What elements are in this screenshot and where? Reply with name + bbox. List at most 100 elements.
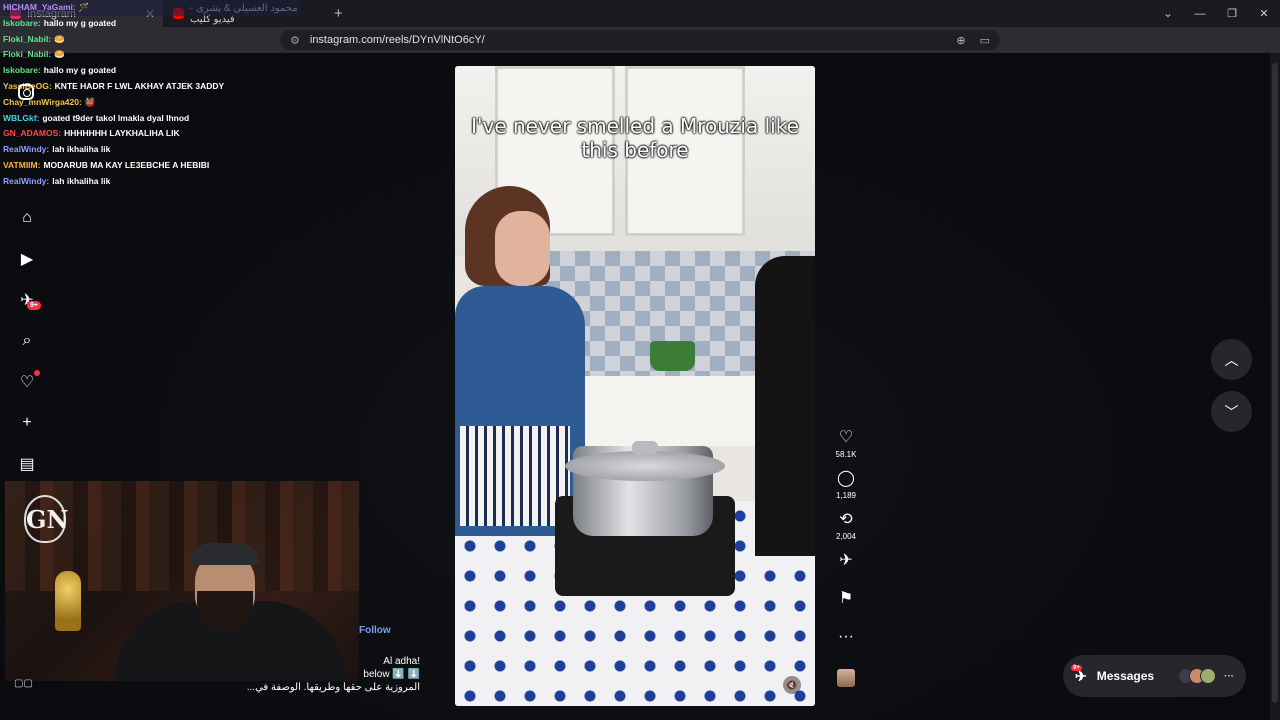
new-tab-icon[interactable]: + — [334, 5, 343, 22]
chat-text: KNTE HADR F LWL AKHAY ATJEK 3ADDY — [54, 80, 225, 91]
chat-username: WBLGkf: — [3, 112, 40, 123]
url-text: instagram.com/reels/DYnVlNtO6cY/ — [309, 34, 485, 46]
chat-message: WBLGkf: goated t9der takol lmakla dyal lh… — [0, 111, 300, 127]
green-pot — [650, 341, 695, 371]
message-avatars — [1178, 668, 1216, 684]
chat-message: RealWindy: lah ikhaliha lik — [0, 174, 300, 190]
chat-username: Chay_mnWirga420: — [3, 96, 82, 107]
create-icon[interactable]: + — [14, 410, 40, 436]
reel-video[interactable]: I've never smelled a Mrouzia like this b… — [455, 66, 815, 706]
chat-message: YassiBeOG: KNTE HADR F LWL AKHAY ATJEK 3A… — [0, 79, 300, 95]
repost-action: ⟲ 2,004 — [832, 510, 860, 541]
comment-action: ◯ 1,189 — [832, 469, 860, 500]
chat-text: MODARUB MA KAY LE3EBCHE A HEBIBI — [43, 159, 210, 170]
share-icon[interactable]: ✈ — [832, 551, 860, 589]
lid-knob — [632, 441, 658, 455]
chat-message: Floki_Nabil: 🥯 — [0, 47, 300, 63]
url-field[interactable]: ⚙ instagram.com/reels/DYnVlNtO6cY/ ⊕ ▭ — [280, 30, 1000, 50]
dashboard-icon[interactable]: ▤ — [14, 451, 40, 477]
chat-text: lah ikhaliha lik — [52, 175, 111, 186]
like-icon[interactable]: ♡ — [832, 428, 860, 448]
follow-button[interactable]: Follow — [359, 625, 391, 636]
chat-message: GN_ADAMOS: HHHHHHH LAYKHALIHA LIK — [0, 126, 300, 142]
chat-username: Iskobare: — [3, 65, 41, 76]
chat-username: RealWindy: — [3, 144, 50, 155]
repost-icon[interactable]: ⟲ — [832, 510, 860, 530]
previous-reel-button[interactable]: ︿ — [1211, 339, 1252, 380]
chat-text: 🥯 — [54, 33, 65, 44]
caption-line: below ⬇️ ⬇️ — [363, 669, 420, 680]
reel-caption[interactable]: Al adha! below ⬇️ ⬇️ المروزية على حقها و… — [230, 655, 420, 694]
search-icon[interactable]: ⌕ — [14, 328, 40, 354]
chat-text: hallo my g goated — [43, 65, 117, 76]
chat-text: HHHHHHH LAYKHALIHA LIK — [64, 128, 180, 139]
avatar — [1200, 668, 1216, 684]
chat-text: hallo my g goated — [43, 17, 117, 28]
chat-message: Iskobare: hallo my g goated — [0, 16, 300, 32]
face — [495, 211, 550, 286]
chat-text: goated t9der takol lmakla dyal lhnod — [42, 112, 190, 123]
mute-icon[interactable]: 🔇 — [783, 676, 801, 694]
like-count: 58.1K — [835, 450, 857, 459]
streamer-cap — [191, 543, 259, 565]
chat-username: RealWindy: — [3, 175, 50, 186]
chat-username: Floki_Nabil: — [3, 49, 52, 60]
chat-username: Floki_Nabil: — [3, 33, 52, 44]
chat-username: Iskobare: — [3, 17, 41, 28]
reel-actions: ♡ 58.1K ◯ 1,189 ⟲ 2,004 ✈ ⚑ ··· — [832, 428, 860, 687]
more-icon: ··· — [1224, 670, 1234, 682]
page-scrollbar[interactable] — [1270, 53, 1280, 720]
sidebar-nav: ⌂ ▶ ✈ 9+ ⌕ ♡ + ▤ — [14, 205, 41, 492]
chat-message: Chay_mnWirga420: 👹 — [0, 95, 300, 111]
repost-count: 2,004 — [835, 532, 857, 541]
chat-text: 👹 — [84, 96, 96, 107]
caption-line: Al adha! — [383, 656, 420, 667]
caption-line: المروزية على حقها وطريقها. الوصفة في... — [246, 682, 420, 693]
zoom-icon[interactable]: ⊕ — [956, 34, 965, 47]
notification-dot — [34, 370, 40, 376]
heart-icon[interactable]: ♡ — [14, 369, 40, 395]
striped-apron — [460, 426, 570, 526]
notification-badge: 9+ — [27, 301, 41, 310]
messages-badge: 9+ — [1071, 665, 1082, 671]
maximize-icon[interactable]: ❐ — [1216, 7, 1248, 20]
cast-icon[interactable]: ▭ — [980, 34, 990, 47]
chat-username: HICHAM_YaGami: — [3, 2, 76, 12]
chat-message: Iskobare: hallo my g goated — [0, 63, 300, 79]
chat-text: 🪄 — [78, 2, 90, 12]
chat-text: 🥯 — [54, 49, 65, 60]
instagram-logo-icon[interactable] — [18, 84, 34, 100]
messages-label: Messages — [1096, 669, 1155, 683]
chat-message: VATMIIM: MODARUB MA KAY LE3EBCHE A HEBIBI — [0, 158, 300, 174]
chat-message: Floki_Nabil: 🥯 — [0, 32, 300, 48]
stream-chat-overlay: HICHAM_YaGami: 🪄 Iskobare: hallo my g goat… — [0, 0, 300, 190]
comment-icon[interactable]: ◯ — [832, 469, 860, 489]
messages-icon[interactable]: ✈ 9+ — [14, 287, 41, 313]
like-action: ♡ 58.1K — [832, 428, 860, 459]
pot-lid — [565, 451, 725, 481]
scrollbar-thumb[interactable] — [1272, 63, 1278, 703]
close-window-icon[interactable]: ✕ — [1248, 7, 1280, 20]
minimize-icon[interactable]: — — [1184, 8, 1216, 20]
reels-icon[interactable]: ▶ — [14, 246, 40, 272]
messages-button[interactable]: ✈ 9+ Messages ··· — [1063, 655, 1246, 697]
chat-message: HICHAM_YaGami: 🪄 — [0, 0, 300, 16]
comment-count: 1,189 — [835, 491, 857, 500]
more-options-icon[interactable]: ··· — [832, 627, 860, 665]
collab-icon[interactable]: ▢▢ — [14, 678, 34, 690]
url-actions: ⊕ ▭ — [956, 34, 990, 47]
chat-username: VATMIIM: — [3, 159, 41, 170]
next-reel-button[interactable]: ﹀ — [1211, 391, 1252, 432]
video-overlay-text: I've never smelled a Mrouzia like this b… — [471, 114, 799, 162]
home-icon[interactable]: ⌂ — [14, 205, 40, 231]
chat-username: GN_ADAMOS: — [3, 128, 62, 139]
chat-message: RealWindy: lah ikhaliha lik — [0, 142, 300, 158]
trophy-image — [55, 571, 81, 631]
tab-list-icon[interactable]: ⌄ — [1152, 7, 1184, 20]
gn-logo: GN — [24, 495, 68, 543]
second-person — [755, 256, 815, 556]
window-controls: ⌄ — ❐ ✕ — [1152, 0, 1280, 27]
save-icon[interactable]: ⚑ — [832, 589, 860, 627]
chat-text: lah ikhaliha lik — [52, 144, 111, 155]
audio-thumbnail[interactable] — [837, 669, 855, 687]
